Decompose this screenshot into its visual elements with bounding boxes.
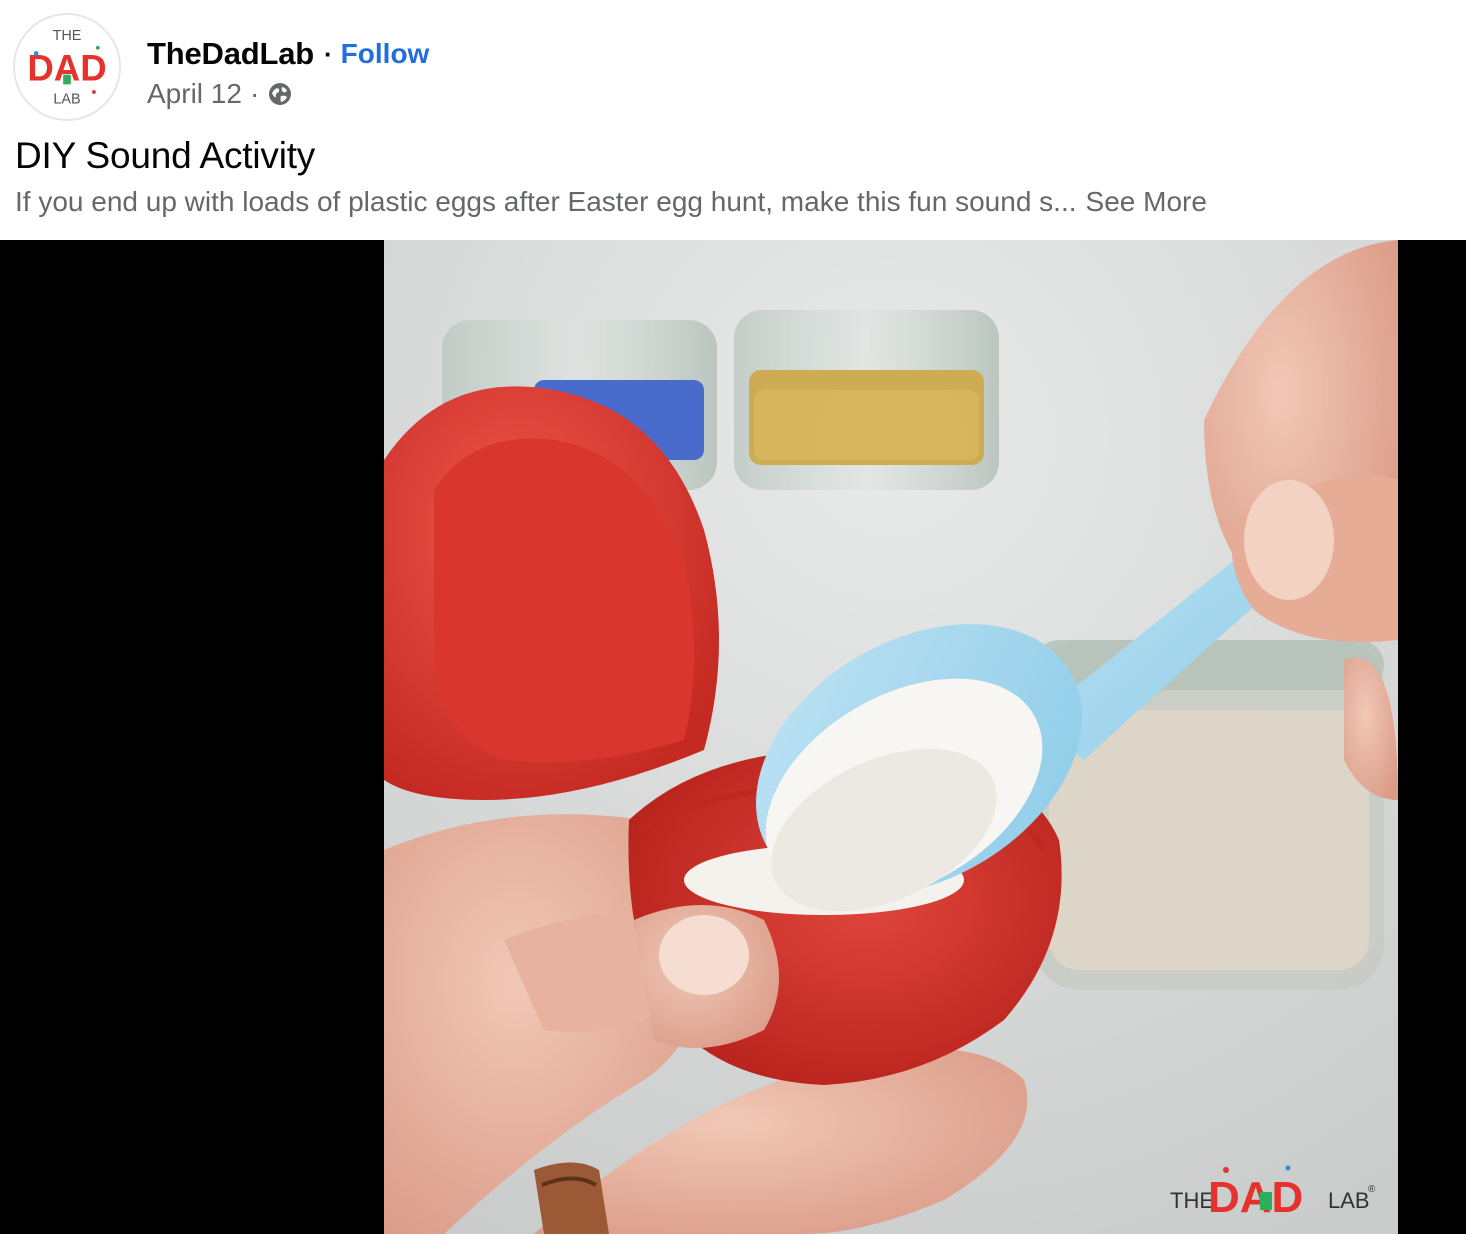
post-text: If you end up with loads of plastic eggs…	[15, 186, 1207, 218]
logo-top-text: THE	[53, 28, 82, 44]
watermark-lab-text: LAB	[1328, 1188, 1370, 1213]
meta-separator: ·	[249, 78, 260, 109]
follow-button[interactable]: Follow	[341, 38, 430, 70]
post-text-preview: If you end up with loads of plastic eggs…	[15, 186, 1077, 217]
post-date-link[interactable]: April 12	[147, 78, 242, 110]
dadlab-logo: THE DAD LAB	[15, 15, 119, 119]
page-name-link[interactable]: TheDadLab	[147, 36, 314, 72]
dadlab-watermark: THE DAD LAB ®	[1168, 1162, 1378, 1220]
see-more-link[interactable]: See More	[1086, 186, 1207, 218]
post-title: DIY Sound Activity	[15, 135, 316, 176]
post-meta: April 12 ·	[147, 76, 293, 112]
video-frame[interactable]: THE DAD LAB ®	[384, 240, 1398, 1234]
post-header: THE DAD LAB TheDadLab · Follow April 12 …	[0, 0, 1466, 240]
globe-icon[interactable]	[267, 81, 293, 107]
logo-bottom-text: LAB	[53, 92, 80, 108]
page-avatar[interactable]: THE DAD LAB	[13, 13, 121, 121]
name-separator: ·	[324, 38, 333, 69]
page-name-row: TheDadLab · Follow	[147, 34, 429, 74]
video-still-image	[384, 240, 1398, 1234]
video-player[interactable]: THE DAD LAB ®	[0, 240, 1466, 1234]
watermark-reg-text: ®	[1368, 1184, 1376, 1195]
watermark-dad-text: DAD	[1208, 1173, 1303, 1220]
